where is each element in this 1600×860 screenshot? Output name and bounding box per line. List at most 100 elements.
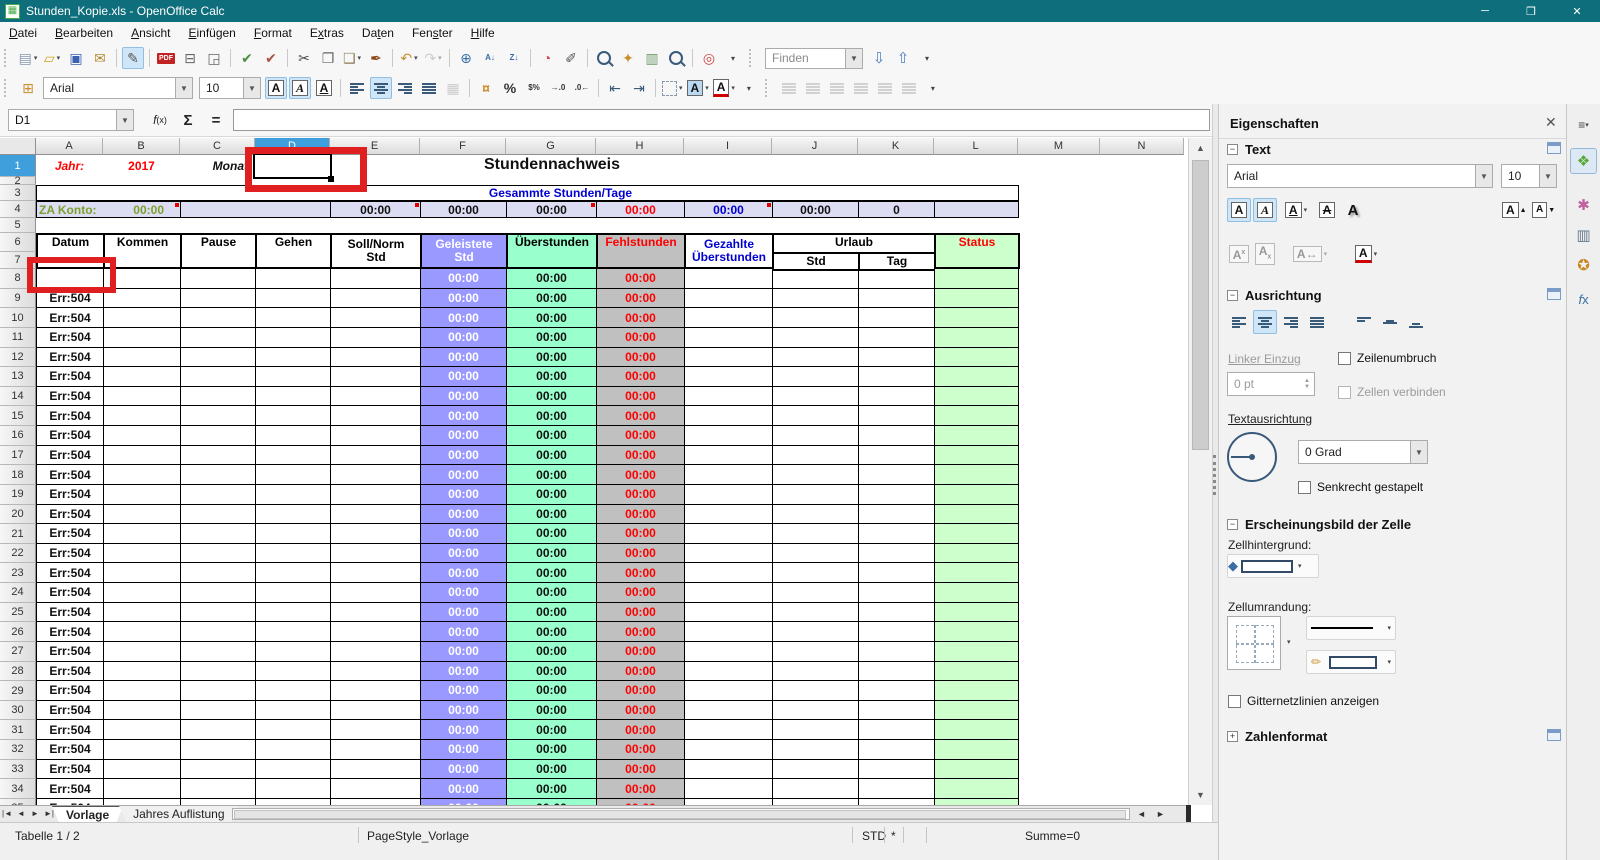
cell-r18-c0[interactable]: Err:504 (37, 465, 104, 485)
sidebar-bold-button[interactable]: A (1227, 198, 1251, 222)
cell-r24-c6[interactable]: 00:00 (507, 583, 597, 603)
toolbar-grip[interactable] (4, 79, 12, 97)
sidebar-align-justified-button[interactable] (1305, 310, 1329, 334)
chevron-down-icon[interactable]: ▼ (845, 49, 862, 68)
column-header-j[interactable]: J (772, 138, 858, 155)
zoom-button[interactable] (665, 47, 687, 69)
cell-r18-c5[interactable]: 00:00 (421, 465, 507, 485)
cell-r18-c8[interactable] (685, 465, 773, 485)
cell-r28-c7[interactable]: 00:00 (597, 662, 685, 682)
sum-button[interactable]: Σ (176, 109, 200, 131)
cell-r18-c3[interactable] (256, 465, 331, 485)
sidebar-underline-button[interactable]: A▾ (1279, 198, 1313, 222)
cell-r22-c8[interactable] (685, 544, 773, 564)
summary-cell-6[interactable]: 00:00 (684, 201, 773, 218)
new-document-button[interactable]: ▤▾ (17, 47, 39, 69)
cell-r18-c2[interactable] (181, 465, 256, 485)
sidebar-tab-functions[interactable]: fx (1570, 286, 1597, 312)
cell-r24-c1[interactable] (104, 583, 181, 603)
borders-button[interactable]: ▾ (661, 77, 684, 99)
chevron-down-icon[interactable]: ▾ (414, 54, 418, 62)
chevron-down-icon[interactable]: ▾ (1387, 658, 1391, 666)
sheet-title[interactable]: Stundennachweis (420, 153, 684, 177)
show-gridlines-checkbox[interactable]: Gitternetzlinien anzeigen (1228, 694, 1379, 708)
cell-r20-c3[interactable] (256, 505, 331, 525)
open-button[interactable]: ▱▾ (41, 47, 63, 69)
cell-r25-c5[interactable]: 00:00 (421, 603, 507, 623)
cell-r22-c1[interactable] (104, 544, 181, 564)
cell-r31-c2[interactable] (181, 720, 256, 740)
cell-r34-c3[interactable] (256, 779, 331, 799)
cell-r19-c5[interactable]: 00:00 (421, 485, 507, 505)
cell-r32-c6[interactable]: 00:00 (507, 740, 597, 760)
sidebar-tab-styles[interactable]: ✱ (1570, 192, 1597, 218)
cell-r27-c6[interactable]: 00:00 (507, 642, 597, 662)
function-wizard-button[interactable]: f(x) (148, 109, 172, 131)
cell-r22-c0[interactable]: Err:504 (37, 544, 104, 564)
cell-r30-c11[interactable] (935, 701, 1019, 721)
expand-icon[interactable]: + (1227, 731, 1238, 742)
cell-r19-c11[interactable] (935, 485, 1019, 505)
cell-r16-c11[interactable] (935, 426, 1019, 446)
first-sheet-button[interactable]: |◄ (0, 806, 14, 821)
cell-r20-c1[interactable] (104, 505, 181, 525)
row-header-11[interactable]: 11 (0, 328, 36, 348)
cell-r13-c9[interactable] (773, 367, 859, 387)
cell-r10-c8[interactable] (685, 308, 773, 328)
help-button[interactable]: ◎ (698, 47, 720, 69)
cell-r21-c0[interactable]: Err:504 (37, 524, 104, 544)
menu-item-einfgen[interactable]: Einfügen (179, 23, 244, 43)
checkbox-box[interactable] (1298, 481, 1311, 494)
table-header-gezahlte[interactable]: GezahlteÜberstunden (684, 233, 774, 269)
cell-reference-box[interactable]: D1 ▼ (8, 109, 134, 131)
cell-r8-c9[interactable] (773, 269, 859, 289)
cell-r8-c11[interactable] (935, 269, 1019, 289)
cell-r18-c10[interactable] (859, 465, 935, 485)
cell-r30-c0[interactable]: Err:504 (37, 701, 104, 721)
undo-button[interactable]: ↶▾ (398, 47, 420, 69)
cell-r21-c7[interactable]: 00:00 (597, 524, 685, 544)
cell-r13-c5[interactable]: 00:00 (421, 367, 507, 387)
collapse-icon[interactable]: − (1227, 519, 1238, 530)
text-dialog-launcher-icon[interactable] (1547, 142, 1561, 154)
alignment-dialog-launcher-icon[interactable] (1547, 288, 1561, 300)
cell-r10-c5[interactable]: 00:00 (421, 308, 507, 328)
increase-font-size-button[interactable]: A▲ (1501, 198, 1528, 222)
cell-r10-c9[interactable] (773, 308, 859, 328)
gallery-button[interactable]: ▥ (641, 47, 663, 69)
summary-cell-8[interactable]: 0 (858, 201, 935, 218)
cell-r29-c3[interactable] (256, 681, 331, 701)
vertical-scrollbar[interactable]: ▲ ▼ (1188, 138, 1213, 805)
cell-r19-c1[interactable] (104, 485, 181, 505)
cell-r32-c8[interactable] (685, 740, 773, 760)
column-header-n[interactable]: N (1100, 138, 1184, 155)
cell-r30-c1[interactable] (104, 701, 181, 721)
cell-r24-c4[interactable] (331, 583, 421, 603)
cell-r23-c1[interactable] (104, 563, 181, 583)
menu-item-fenster[interactable]: Fenster (403, 23, 462, 43)
cell-r24-c0[interactable]: Err:504 (37, 583, 104, 603)
cell-r9-c2[interactable] (181, 289, 256, 309)
chevron-down-icon[interactable]: ▼ (1410, 441, 1427, 463)
maximize-button[interactable]: ❐ (1508, 0, 1554, 22)
cell-r27-c0[interactable]: Err:504 (37, 642, 104, 662)
cell-r11-c10[interactable] (859, 328, 935, 348)
cell-r34-c10[interactable] (859, 779, 935, 799)
cell-r34-c8[interactable] (685, 779, 773, 799)
cell-r10-c7[interactable]: 00:00 (597, 308, 685, 328)
horizontal-scrollbar[interactable] (232, 808, 1130, 820)
cell-r21-c6[interactable]: 00:00 (507, 524, 597, 544)
bold-button[interactable]: A (265, 77, 287, 99)
summary-header-text[interactable]: Gesammte Stunden/Tage (103, 185, 1018, 200)
align-top-button[interactable] (1352, 310, 1376, 334)
row-header-6[interactable]: 6 (0, 233, 36, 252)
text-rotation-dial[interactable] (1227, 432, 1277, 482)
cell-r16-c4[interactable] (331, 426, 421, 446)
cell-r27-c9[interactable] (773, 642, 859, 662)
row-header-13[interactable]: 13 (0, 367, 36, 387)
cell-r26-c10[interactable] (859, 622, 935, 642)
more-options-button[interactable]: ▾ (738, 77, 760, 99)
checkbox-box[interactable] (1338, 352, 1351, 365)
scroll-up-icon[interactable]: ▲ (1191, 140, 1210, 156)
cell-r19-c3[interactable] (256, 485, 331, 505)
